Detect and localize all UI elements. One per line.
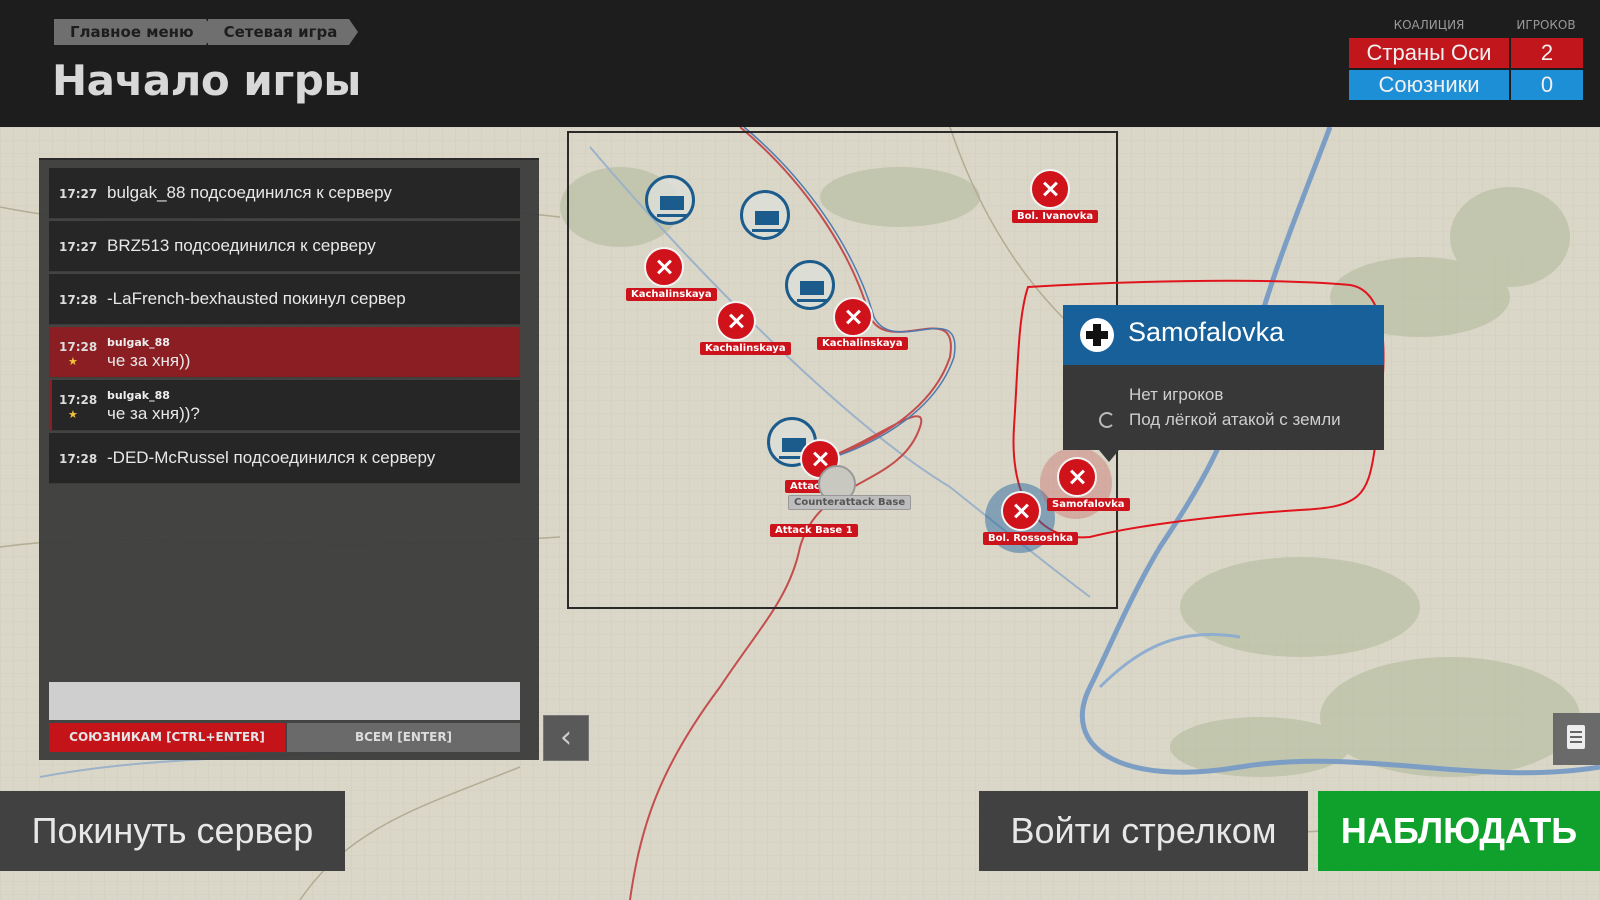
coalition-row-axis[interactable]: Страны Оси 2	[1349, 38, 1583, 68]
chat-message: 17:28 -DED-McRussel подсоединился к серв…	[49, 433, 520, 484]
marker-label: Kachalinskaya	[700, 342, 791, 355]
chat-message: 17:28 ★ bulgak_88 че за хня))	[49, 327, 520, 378]
tooltip-players: Нет игроков	[1129, 385, 1224, 404]
breadcrumb-multiplayer[interactable]: Сетевая игра	[207, 19, 359, 45]
balkenkreuz-icon	[1080, 318, 1114, 352]
message-text: че за хня))?	[107, 404, 200, 423]
coalition-row-allies[interactable]: Союзники 0	[1349, 70, 1583, 100]
join-as-gunner-button[interactable]: Войти стрелком	[979, 791, 1308, 871]
airfield-icon	[1057, 457, 1097, 497]
marker-label: Samofalovka	[1047, 498, 1130, 511]
airfield-icon	[716, 301, 756, 341]
airfield-icon	[1030, 169, 1070, 209]
send-to-allies-button[interactable]: СОЮЗНИКАМ [CTRL+ENTER]	[49, 723, 285, 752]
briefing-toggle-button[interactable]	[1553, 713, 1600, 765]
coalition-player-count: 2	[1511, 38, 1583, 68]
message-time: 17:28	[59, 452, 98, 466]
coalition-name: Союзники	[1349, 70, 1509, 100]
marker-label: Bol. Ivanovka	[1012, 210, 1099, 223]
coalition-player-count: 0	[1511, 70, 1583, 100]
marker-label: Kachalinskaya	[817, 337, 908, 350]
message-text: BRZ513 подсоединился к серверу	[107, 236, 376, 255]
chat-message: 17:27 bulgak_88 подсоединился к серверу	[49, 168, 520, 219]
send-to-all-button[interactable]: ВСЕМ [ENTER]	[287, 723, 520, 752]
factory-base-icon[interactable]	[740, 190, 790, 240]
message-time: 17:28	[59, 340, 98, 354]
airfield-icon	[833, 297, 873, 337]
marker-label: Bol. Rossoshka	[983, 532, 1079, 545]
chat-message: 17:28 ★ bulgak_88 че за хня))?	[49, 380, 520, 431]
collapse-chat-button[interactable]: ‹	[543, 715, 589, 761]
chat-message: 17:27 BRZ513 подсоединился к серверу	[49, 221, 520, 272]
coalition-header: КОАЛИЦИЯ	[1393, 18, 1465, 32]
document-icon	[1567, 725, 1585, 749]
star-icon: ★	[68, 355, 78, 368]
refresh-icon	[1099, 412, 1115, 428]
page-title: Начало игры	[52, 56, 361, 105]
breadcrumb: Главное меню Сетевая игра	[54, 19, 359, 45]
leave-server-button[interactable]: Покинуть сервер	[0, 791, 345, 871]
factory-base-icon[interactable]	[645, 175, 695, 225]
players-header: ИГРОКОВ	[1516, 18, 1576, 32]
chat-panel: 17:27 bulgak_88 подсоединился к серверу …	[39, 158, 539, 760]
message-text: -DED-McRussel подсоединился к серверу	[107, 448, 436, 467]
message-time: 17:28	[59, 293, 98, 307]
coalition-table: КОАЛИЦИЯ ИГРОКОВ Страны Оси 2 Союзники 0	[1349, 18, 1583, 100]
message-user: bulgak_88	[107, 336, 170, 349]
message-time: 17:27	[59, 187, 98, 201]
airfield-tooltip: Samofalovka Нет игроков Под лёгкой атако…	[1063, 305, 1384, 462]
star-icon: ★	[68, 408, 78, 421]
chevron-left-icon: ‹	[560, 720, 572, 755]
factory-base-icon[interactable]	[785, 260, 835, 310]
message-time: 17:28	[59, 393, 98, 407]
airfield-icon	[644, 247, 684, 287]
message-text: bulgak_88 подсоединился к серверу	[107, 183, 392, 202]
chat-message: 17:28 -LaFrench-bexhausted покинул серве…	[49, 274, 520, 325]
marker-label: Counterattack Base	[788, 495, 912, 510]
marker-label: Kachalinskaya	[626, 288, 717, 301]
header: Главное меню Сетевая игра Начало игры КО…	[0, 0, 1600, 127]
breadcrumb-main-menu[interactable]: Главное меню	[54, 19, 215, 45]
airfield-icon	[1001, 491, 1041, 531]
tooltip-title: Samofalovka	[1128, 317, 1285, 347]
marker-label: Attack Base 1	[770, 524, 858, 537]
chat-input[interactable]	[49, 682, 520, 720]
spectate-button[interactable]: НАБЛЮДАТЬ	[1318, 791, 1600, 871]
message-text: че за хня))	[107, 351, 191, 370]
message-user: bulgak_88	[107, 389, 170, 402]
message-text: -LaFrench-bexhausted покинул сервер	[107, 289, 406, 308]
tooltip-status: Под лёгкой атакой с земли	[1129, 410, 1341, 429]
tooltip-arrow	[1099, 450, 1119, 462]
message-time: 17:27	[59, 240, 98, 254]
coalition-name: Страны Оси	[1349, 38, 1509, 68]
